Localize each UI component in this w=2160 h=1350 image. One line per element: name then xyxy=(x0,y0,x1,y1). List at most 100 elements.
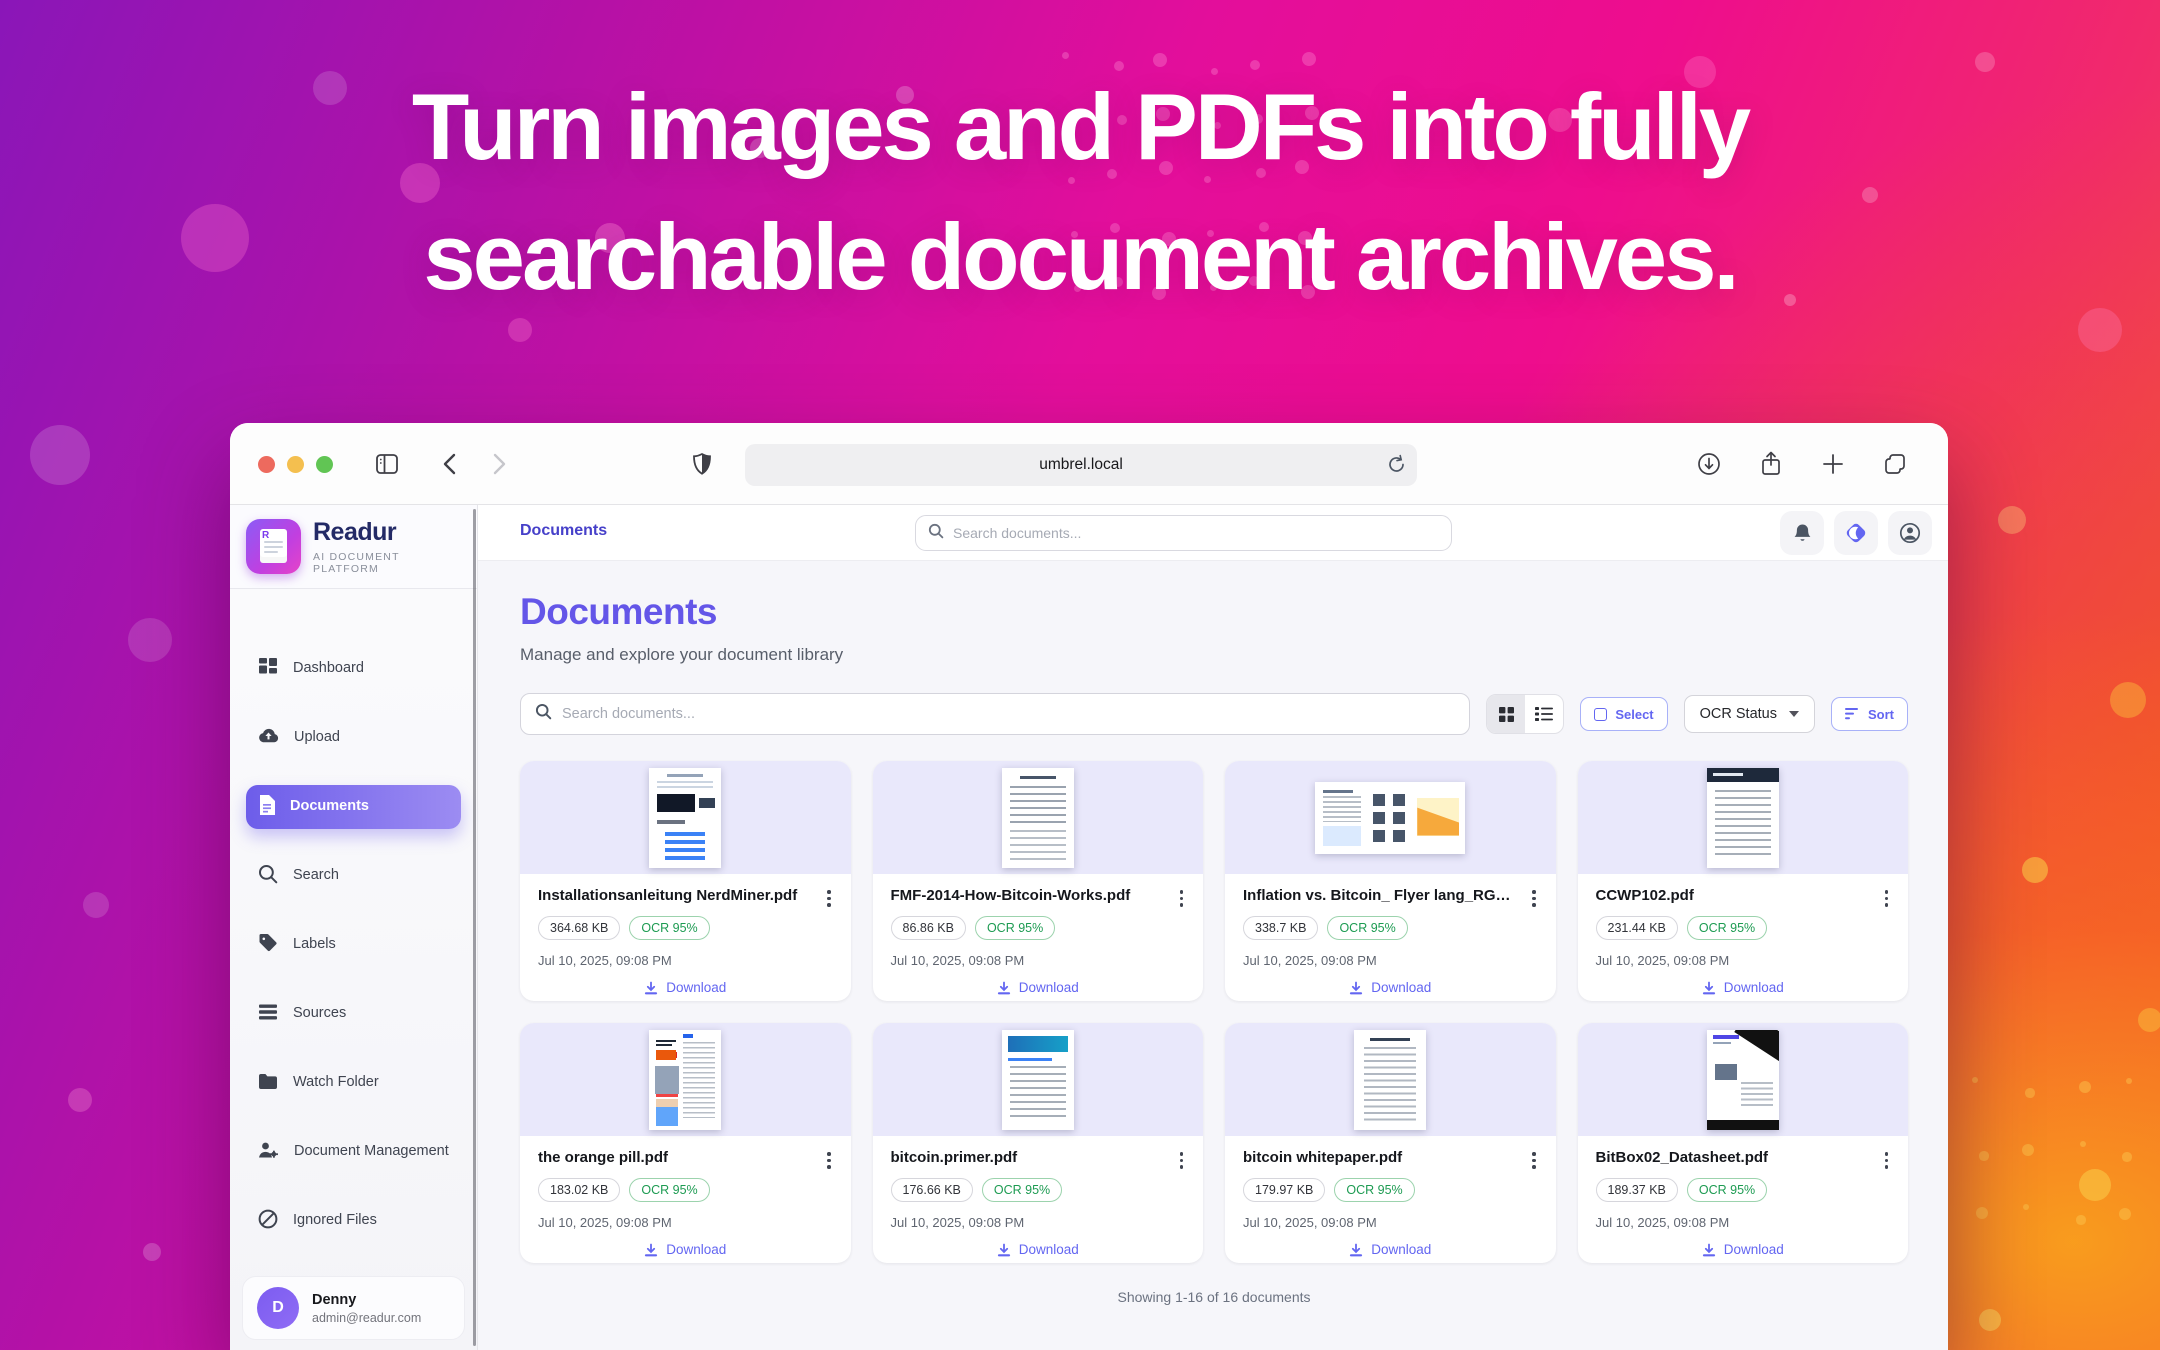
document-name[interactable]: Installationsanleitung NerdMiner.pdf xyxy=(538,887,833,904)
document-card: Installationsanleitung NerdMiner.pdf 364… xyxy=(520,761,851,1001)
reload-icon[interactable] xyxy=(1387,454,1406,480)
download-link[interactable]: Download xyxy=(1243,980,1538,995)
decorative-dot xyxy=(1972,1077,1978,1083)
user-card[interactable]: D Denny admin@readur.com xyxy=(242,1276,465,1340)
notifications-button[interactable] xyxy=(1780,511,1824,555)
privacy-shield-icon[interactable] xyxy=(685,447,719,481)
back-button[interactable] xyxy=(432,447,466,481)
download-link[interactable]: Download xyxy=(1596,1242,1891,1257)
more-options-button[interactable] xyxy=(823,1148,835,1173)
document-thumbnail[interactable] xyxy=(1225,1023,1556,1136)
document-preview-image xyxy=(649,768,721,868)
sidebar-item-search[interactable]: Search xyxy=(246,854,461,898)
upload-icon xyxy=(258,727,279,749)
sidebar-item-dashboard[interactable]: Dashboard xyxy=(246,647,461,691)
more-options-button[interactable] xyxy=(1528,886,1540,911)
sidebar-item-label: Upload xyxy=(294,728,340,748)
file-size-badge: 183.02 KB xyxy=(538,1178,620,1202)
search-icon xyxy=(258,864,278,888)
document-name[interactable]: bitcoin.primer.pdf xyxy=(891,1149,1186,1166)
document-name[interactable]: BitBox02_Datasheet.pdf xyxy=(1596,1149,1891,1166)
document-thumbnail[interactable] xyxy=(1225,761,1556,874)
theme-toggle-button[interactable] xyxy=(1834,511,1878,555)
document-name[interactable]: bitcoin whitepaper.pdf xyxy=(1243,1149,1538,1166)
download-link[interactable]: Download xyxy=(891,1242,1186,1257)
sidebar-item-label: Watch Folder xyxy=(293,1073,379,1093)
downloads-button[interactable] xyxy=(1692,447,1726,481)
download-icon xyxy=(644,981,658,995)
sidebar-item-documents[interactable]: Documents xyxy=(246,785,461,829)
more-options-button[interactable] xyxy=(1176,1148,1188,1173)
more-options-button[interactable] xyxy=(1528,1148,1540,1173)
document-name[interactable]: Inflation vs. Bitcoin_ Flyer lang_RGB.pd… xyxy=(1243,887,1538,904)
forward-button[interactable] xyxy=(482,447,516,481)
zoom-window-button[interactable] xyxy=(316,456,333,473)
new-tab-button[interactable] xyxy=(1816,447,1850,481)
decorative-dot xyxy=(68,1088,92,1112)
document-name[interactable]: CCWP102.pdf xyxy=(1596,887,1891,904)
decorative-dot xyxy=(1979,1309,2001,1331)
close-window-button[interactable] xyxy=(258,456,275,473)
documents-search-input[interactable] xyxy=(562,706,1455,722)
documents-toolbar: Select OCR Status Sort xyxy=(520,693,1908,735)
sidebar-toggle-button[interactable] xyxy=(370,447,404,481)
document-thumbnail[interactable] xyxy=(1578,761,1909,874)
user-name: Denny xyxy=(312,1292,421,1308)
document-thumbnail[interactable] xyxy=(520,1023,851,1136)
ocr-status-dropdown[interactable]: OCR Status xyxy=(1684,695,1815,733)
sidebar-scrollbar[interactable] xyxy=(473,509,476,1346)
documents-search[interactable] xyxy=(520,693,1470,735)
document-info: bitcoin whitepaper.pdf 179.97 KB OCR 95%… xyxy=(1225,1136,1556,1257)
document-date: Jul 10, 2025, 09:08 PM xyxy=(538,1215,833,1230)
minimize-window-button[interactable] xyxy=(287,456,304,473)
document-preview-image xyxy=(1354,1030,1426,1130)
download-link[interactable]: Download xyxy=(538,980,833,995)
share-button[interactable] xyxy=(1754,447,1788,481)
ocr-status-badge: OCR 95% xyxy=(1327,916,1407,940)
readur-logo: R xyxy=(246,519,301,574)
sidebar-item-labels[interactable]: Labels xyxy=(246,923,461,967)
document-date: Jul 10, 2025, 09:08 PM xyxy=(891,1215,1186,1230)
breadcrumb[interactable]: Documents xyxy=(520,522,607,540)
sort-button[interactable]: Sort xyxy=(1831,697,1908,731)
select-button[interactable]: Select xyxy=(1580,697,1667,731)
document-card: the orange pill.pdf 183.02 KB OCR 95% Ju… xyxy=(520,1023,851,1263)
decorative-dot xyxy=(30,425,90,485)
sidebar-item-document-management[interactable]: Document Management xyxy=(246,1130,461,1174)
sidebar-item-watch-folder[interactable]: Watch Folder xyxy=(246,1061,461,1105)
download-icon xyxy=(997,1243,1011,1257)
sidebar-item-upload[interactable]: Upload xyxy=(246,716,461,760)
download-icon xyxy=(997,981,1011,995)
account-button[interactable] xyxy=(1888,511,1932,555)
grid-view-button[interactable] xyxy=(1487,695,1525,733)
user-email: admin@readur.com xyxy=(312,1311,421,1325)
decorative-dot xyxy=(2079,1081,2091,1093)
download-icon xyxy=(1702,1243,1716,1257)
sidebar-item-sources[interactable]: Sources xyxy=(246,992,461,1036)
more-options-button[interactable] xyxy=(1176,886,1188,911)
decorative-dot xyxy=(2138,1008,2160,1032)
view-mode-toggle xyxy=(1486,694,1564,734)
tab-overview-button[interactable] xyxy=(1878,447,1912,481)
document-thumbnail[interactable] xyxy=(520,761,851,874)
more-options-button[interactable] xyxy=(1881,886,1893,911)
download-link[interactable]: Download xyxy=(1596,980,1891,995)
document-name[interactable]: FMF-2014-How-Bitcoin-Works.pdf xyxy=(891,887,1186,904)
document-thumbnail[interactable] xyxy=(873,761,1204,874)
download-link[interactable]: Download xyxy=(891,980,1186,995)
address-bar[interactable]: umbrel.local xyxy=(745,444,1417,486)
more-options-button[interactable] xyxy=(823,886,835,911)
documents-grid: Installationsanleitung NerdMiner.pdf 364… xyxy=(520,761,1908,1263)
global-search[interactable] xyxy=(915,515,1452,551)
document-thumbnail[interactable] xyxy=(873,1023,1204,1136)
download-label: Download xyxy=(1019,980,1079,995)
sidebar-item-ignored-files[interactable]: Ignored Files xyxy=(246,1199,461,1243)
document-thumbnail[interactable] xyxy=(1578,1023,1909,1136)
global-search-input[interactable] xyxy=(953,525,1439,541)
document-name[interactable]: the orange pill.pdf xyxy=(538,1149,833,1166)
download-link[interactable]: Download xyxy=(1243,1242,1538,1257)
list-view-button[interactable] xyxy=(1525,695,1563,733)
download-link[interactable]: Download xyxy=(538,1242,833,1257)
more-options-button[interactable] xyxy=(1881,1148,1893,1173)
ocr-status-badge: OCR 95% xyxy=(1334,1178,1414,1202)
